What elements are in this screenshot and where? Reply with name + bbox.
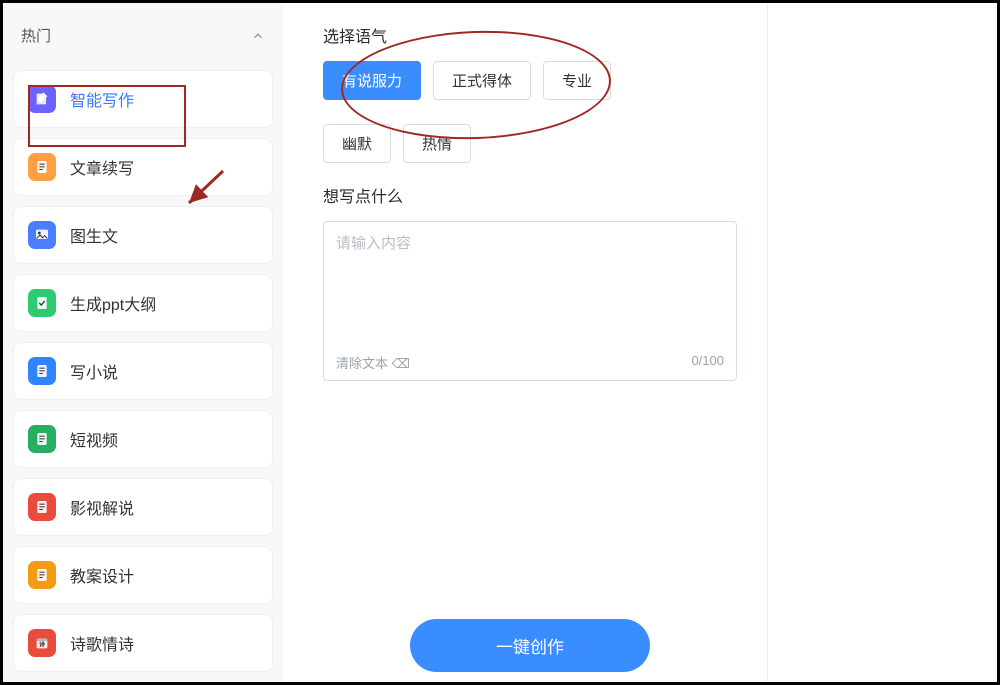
sidebar-item-label: 诗歌情诗	[70, 631, 134, 655]
tone-option-row: 有说服力正式得体专业幽默热情	[323, 61, 737, 163]
textarea-footer: 清除文本 ⌫ 0/100	[336, 353, 724, 372]
sidebar-item-1[interactable]: 文章续写	[13, 138, 273, 196]
chevron-up-icon	[251, 29, 265, 43]
sidebar-item-0[interactable]: 智能写作	[13, 70, 273, 128]
sidebar-section-title: 热门	[21, 25, 51, 46]
prompt-textarea-wrap: 清除文本 ⌫ 0/100	[323, 221, 737, 381]
submit-bar: 一键创作	[323, 619, 737, 672]
tone-chip-4[interactable]: 热情	[403, 124, 471, 163]
sidebar-item-label: 教案设计	[70, 563, 134, 587]
tone-chip-3[interactable]: 幽默	[323, 124, 391, 163]
sidebar-item-3[interactable]: 生成ppt大纲	[13, 274, 273, 332]
prompt-textarea[interactable]	[336, 232, 724, 342]
doc-pencil-icon	[28, 85, 56, 113]
doc-lines-icon	[28, 357, 56, 385]
sidebar-item-label: 文章续写	[70, 155, 134, 179]
sidebar-item-6[interactable]: 影视解说	[13, 478, 273, 536]
submit-button[interactable]: 一键创作	[410, 619, 650, 672]
tone-chip-0[interactable]: 有说服力	[323, 61, 421, 100]
doc-lines-icon	[28, 153, 56, 181]
sidebar-item-8[interactable]: 诗诗歌情诗	[13, 614, 273, 672]
sidebar-list: 智能写作文章续写图生文生成ppt大纲写小说短视频影视解说教案设计诗诗歌情诗	[13, 60, 273, 682]
sidebar-item-5[interactable]: 短视频	[13, 410, 273, 468]
calendar-icon: 诗	[28, 629, 56, 657]
doc-lines-icon	[28, 561, 56, 589]
right-panel	[767, 3, 997, 682]
tone-chip-1[interactable]: 正式得体	[433, 61, 531, 100]
sidebar-section-header[interactable]: 热门	[13, 11, 273, 60]
tone-section-label: 选择语气	[323, 23, 737, 47]
sidebar-item-label: 生成ppt大纲	[70, 291, 156, 315]
doc-check-icon	[28, 289, 56, 317]
main-panel: 选择语气 有说服力正式得体专业幽默热情 想写点什么 清除文本 ⌫ 0/100 一…	[283, 3, 767, 682]
image-text-icon	[28, 221, 56, 249]
sidebar-item-label: 影视解说	[70, 495, 134, 519]
sidebar-item-4[interactable]: 写小说	[13, 342, 273, 400]
sidebar-item-label: 智能写作	[70, 87, 134, 111]
clear-text-button[interactable]: 清除文本 ⌫	[336, 353, 410, 372]
sidebar-item-label: 短视频	[70, 427, 118, 451]
tone-chip-2[interactable]: 专业	[543, 61, 611, 100]
char-counter: 0/100	[691, 353, 724, 372]
sidebar-item-2[interactable]: 图生文	[13, 206, 273, 264]
doc-lines-icon	[28, 425, 56, 453]
sidebar-item-label: 写小说	[70, 359, 118, 383]
sidebar-item-7[interactable]: 教案设计	[13, 546, 273, 604]
sidebar: 热门 智能写作文章续写图生文生成ppt大纲写小说短视频影视解说教案设计诗诗歌情诗	[3, 3, 283, 682]
sidebar-item-label: 图生文	[70, 223, 118, 247]
prompt-section-label: 想写点什么	[323, 183, 737, 207]
doc-lines-icon	[28, 493, 56, 521]
